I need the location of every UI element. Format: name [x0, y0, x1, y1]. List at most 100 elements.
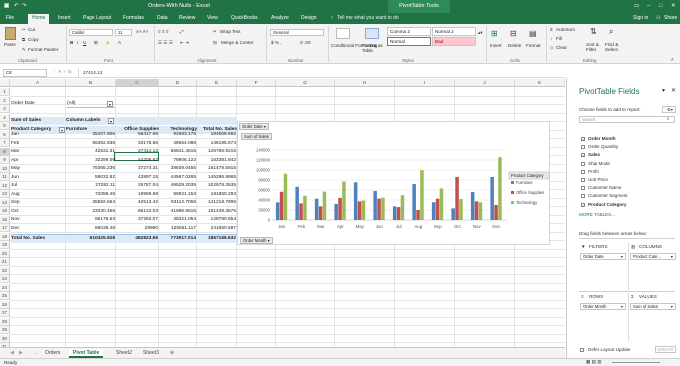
ribbon-display-icon[interactable]: ▭	[634, 3, 639, 9]
merge-icon[interactable]: ⊟	[213, 40, 217, 46]
row-header[interactable]: 29	[0, 326, 10, 335]
close-icon[interactable]: ✕	[671, 3, 676, 9]
pivot-value-cell[interactable]: 42531.31	[66, 148, 115, 156]
pivot-row-label[interactable]: Jun	[11, 174, 65, 182]
pivot-value-cell[interactable]: 72059.46	[66, 191, 115, 199]
tab-formulas[interactable]: Formulas	[123, 15, 144, 21]
pivot-row-label[interactable]: May	[11, 165, 65, 173]
field-checkbox[interactable]	[581, 178, 585, 182]
format-as-table-button[interactable]: Format as Table	[362, 43, 384, 53]
pane-layout-gear-icon[interactable]: ⚙▾	[662, 106, 676, 113]
pivot-row-label[interactable]: Nov	[11, 216, 65, 224]
pivot-value-cell[interactable]: 184508.662	[197, 131, 236, 139]
field-label[interactable]: Order Month	[588, 136, 616, 141]
column-header[interactable]: H	[335, 79, 395, 87]
styles-more-icon[interactable]: ▴▾	[478, 30, 483, 36]
chart-axis-order-month[interactable]: Order Month ▾	[240, 237, 273, 244]
field-checkbox[interactable]	[581, 161, 585, 166]
column-header[interactable]: F	[237, 79, 276, 87]
column-header[interactable]: K	[515, 79, 565, 87]
column-header[interactable]: D	[159, 79, 197, 87]
field-checkbox[interactable]: ✓	[581, 137, 585, 142]
clear-button[interactable]: Clear	[556, 45, 567, 50]
row-header[interactable]: 16	[0, 215, 10, 224]
row-header[interactable]: 15	[0, 207, 10, 216]
pivot-value-cell[interactable]: 153381.842	[197, 157, 236, 165]
sign-in-link[interactable]: Sign in	[633, 15, 648, 21]
formula-input[interactable]: 27414.13	[83, 70, 102, 75]
row-header[interactable]: 1	[0, 88, 10, 97]
field-checkbox[interactable]: ✓	[581, 202, 585, 207]
row-header[interactable]: 14	[0, 198, 10, 207]
tab-quickbooks[interactable]: QuickBooks	[231, 15, 258, 21]
sheet-tab-sheet2[interactable]: Sheet2	[112, 349, 136, 358]
row-header[interactable]: 7	[0, 139, 10, 148]
pivot-value-cell[interactable]: 126786.9215	[197, 148, 236, 156]
copy-icon[interactable]: ⧉	[22, 37, 25, 42]
row-header[interactable]: 19	[0, 241, 10, 250]
column-header[interactable]: G	[276, 79, 335, 87]
values-item[interactable]: Sum of Sales ▾	[630, 303, 676, 310]
row-header[interactable]: 2	[0, 96, 10, 105]
pivot-value-cell[interactable]: 44206.63	[116, 157, 158, 165]
next-sheet-icon[interactable]: ▶	[15, 349, 27, 358]
field-label[interactable]: Customer Name	[588, 185, 621, 190]
pivot-value-cell[interactable]: 66362.936	[66, 140, 115, 148]
pivot-value-cell[interactable]: 128780.654	[197, 216, 236, 224]
orientation-icon[interactable]: ⤢	[180, 29, 184, 34]
align-left-icon[interactable]: ☰ ☰ ☰	[158, 40, 173, 46]
pivot-value-cell[interactable]: 56176.53	[66, 216, 115, 224]
tab-insert[interactable]: Insert	[58, 15, 71, 21]
row-header[interactable]: 13	[0, 190, 10, 199]
pivot-value-cell[interactable]: 125651.117	[159, 225, 196, 233]
formula-icons[interactable]: ⋮ ✕ ✓ fx	[52, 69, 72, 75]
field-checkbox[interactable]	[581, 186, 585, 191]
row-header[interactable]: 23	[0, 275, 10, 284]
row-header[interactable]: 4	[0, 113, 10, 122]
pivot-value-cell[interactable]: 99821.153	[159, 191, 196, 199]
pivot-value-cell[interactable]: 102578.3535	[197, 182, 236, 190]
pivot-value-cell[interactable]: 241650.597	[197, 225, 236, 233]
pivot-value-cell[interactable]: 151478.5915	[197, 165, 236, 173]
pivot-row-label[interactable]: Oct	[11, 208, 65, 216]
pivot-value-cell[interactable]: 35407.806	[66, 131, 115, 139]
font-grow-icon[interactable]: A˄ A˅	[136, 29, 149, 34]
fill-icon[interactable]: ↓	[550, 36, 552, 41]
rows-item[interactable]: Order Month ▾	[580, 303, 626, 310]
font-size-select[interactable]: 11	[115, 29, 132, 36]
pivot-value-cell[interactable]: 49529.2035	[159, 182, 196, 190]
pivot-value-cell[interactable]: 86035.48	[66, 225, 115, 233]
tab-page-layout[interactable]: Page Layout	[83, 15, 111, 21]
pivot-value-cell[interactable]: 27282.11	[66, 182, 115, 190]
tab-data[interactable]: Data	[157, 15, 168, 21]
style-normal2[interactable]: Normal 2	[432, 27, 476, 36]
pivot-filter-dropdown-icon[interactable]: ▾	[107, 101, 113, 107]
accounting-icon[interactable]: $ % ,	[271, 40, 281, 45]
row-header[interactable]: 3	[0, 105, 10, 114]
save-icon[interactable]: ▣	[4, 3, 9, 9]
view-icons[interactable]: ▦ ▤ ▥	[586, 359, 602, 365]
tab-review[interactable]: Review	[179, 15, 195, 21]
defer-layout-checkbox[interactable]	[580, 348, 584, 352]
tab-design[interactable]: Design	[301, 15, 317, 21]
pivot-value-cell[interactable]: 42897.15	[116, 174, 158, 182]
field-search-input[interactable]: Search	[579, 116, 675, 123]
autosum-icon[interactable]: Σ	[550, 27, 553, 32]
underline-icon[interactable]: U	[83, 40, 86, 45]
row-header[interactable]: 9	[0, 156, 10, 165]
field-checkbox[interactable]	[581, 145, 585, 150]
indent-icon[interactable]: ⇤ ⇥	[180, 40, 189, 46]
paste-button[interactable]: Paste	[4, 42, 16, 47]
pivot-value-cell[interactable]: 76906.122	[159, 157, 196, 165]
fill-color-icon[interactable]: ◈	[106, 40, 110, 46]
font-color-icon[interactable]: A	[118, 40, 121, 45]
row-header[interactable]: 5	[0, 122, 10, 131]
delete-cells-icon[interactable]: ⊟	[510, 29, 517, 38]
tab-home[interactable]: Home	[28, 14, 50, 24]
tell-me-input[interactable]: Tell me what you want to do	[337, 15, 399, 21]
pivot-value-cell[interactable]: 86122.03	[116, 208, 158, 216]
row-header[interactable]: 11	[0, 173, 10, 182]
pivot-value-cell[interactable]: 63112.7055	[159, 199, 196, 207]
column-labels-dropdown-icon[interactable]: ▾	[108, 118, 114, 124]
column-header[interactable]: B	[66, 79, 116, 87]
